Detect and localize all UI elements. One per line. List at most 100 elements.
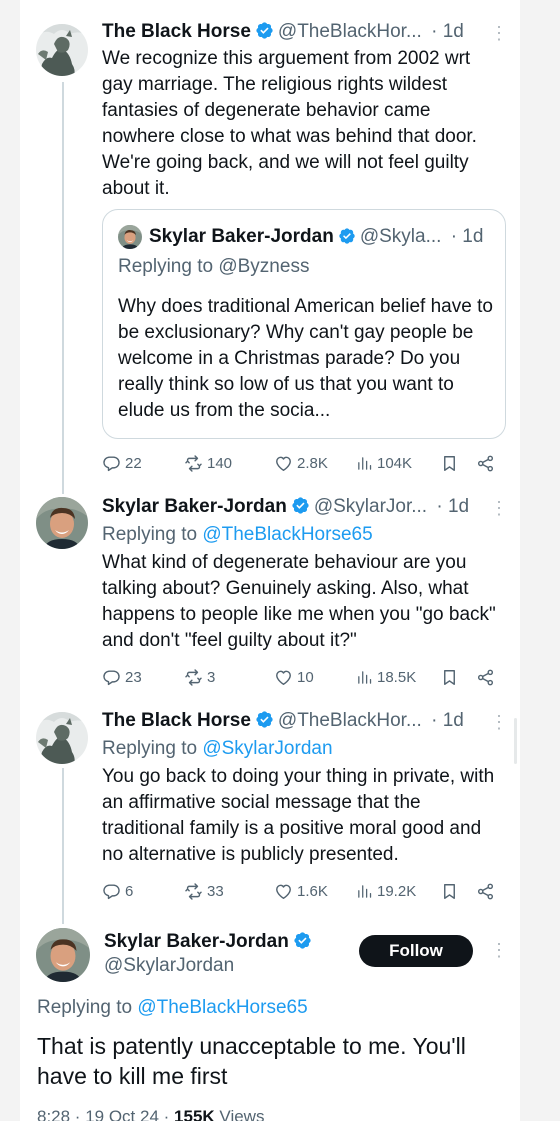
reply-button[interactable]: 6: [102, 879, 133, 903]
replying-to-handle-link[interactable]: @TheBlackHorse65: [202, 524, 372, 545]
avatar[interactable]: [36, 928, 90, 982]
replying-to: Replying to @TheBlackHorse65: [37, 997, 308, 1019]
repost-count: 33: [207, 882, 224, 900]
replying-to-handle-link[interactable]: @TheBlackHorse65: [137, 997, 307, 1018]
post-time[interactable]: · 1d: [431, 21, 464, 42]
like-count: 2.8K: [297, 454, 328, 472]
repost-button[interactable]: 140: [184, 451, 232, 475]
post-header: Skylar Baker-Jordan @SkylarJor... · 1d: [102, 496, 469, 518]
follow-button[interactable]: Follow: [359, 935, 473, 967]
like-button[interactable]: 10: [274, 665, 314, 689]
avatar[interactable]: [36, 24, 88, 76]
post-timestamp[interactable]: 8:28 · 19 Oct 24 ·: [37, 1107, 169, 1121]
person-avatar-image: [36, 497, 88, 549]
quoted-replying-to: Replying to @Byzness: [118, 256, 309, 278]
views-icon: [356, 455, 373, 472]
reply-button[interactable]: 22: [102, 451, 142, 475]
person-avatar-image: [36, 928, 90, 982]
more-options-icon[interactable]: ⋮: [490, 499, 508, 517]
replying-to-prefix: Replying to: [118, 256, 214, 277]
repost-count: 3: [207, 668, 216, 686]
share-button[interactable]: [476, 665, 495, 689]
author-handle[interactable]: @TheBlackHor...: [278, 21, 422, 42]
replying-to-handle-link[interactable]: @SkylarJordan: [202, 738, 332, 759]
reply-button[interactable]: 23: [102, 665, 142, 689]
thread-connector-line: [62, 768, 64, 924]
quoted-author-handle: @Skyla...: [359, 226, 442, 247]
like-icon: [274, 454, 293, 473]
bookmark-button[interactable]: [440, 451, 459, 475]
views-count: 18.5K: [377, 668, 417, 686]
replying-to-prefix: Replying to: [102, 738, 198, 759]
post-actions-bar: 22 140 2.8K 104K: [102, 451, 518, 477]
bookmark-button[interactable]: [440, 879, 459, 903]
quoted-post-header: Skylar Baker-Jordan @Skyla... · 1d: [149, 226, 483, 248]
replying-to: Replying to @TheBlackHorse65: [102, 524, 373, 546]
person-avatar-image: [118, 225, 142, 249]
share-icon: [476, 882, 495, 901]
views-label: Views: [219, 1107, 265, 1121]
author-name[interactable]: Skylar Baker-Jordan: [104, 931, 289, 952]
repost-icon: [184, 882, 203, 901]
reply-count: 22: [125, 454, 142, 472]
thread-connector-line: [62, 82, 64, 494]
post-header: The Black Horse @TheBlackHor... · 1d: [102, 710, 464, 732]
author-name[interactable]: The Black Horse: [102, 21, 251, 42]
replying-to: Replying to @SkylarJordan: [102, 738, 333, 760]
bookmark-button[interactable]: [440, 665, 459, 689]
avatar[interactable]: [36, 497, 88, 549]
views-icon: [356, 669, 373, 686]
like-icon: [274, 668, 293, 687]
quoted-post-text: Why does traditional American belief hav…: [118, 296, 493, 421]
views-button[interactable]: 19.2K: [356, 879, 416, 903]
horse-avatar-image: [36, 24, 88, 76]
repost-button[interactable]: 33: [184, 879, 224, 903]
post-time[interactable]: · 1d: [436, 496, 469, 517]
share-button[interactable]: [476, 451, 495, 475]
bookmark-icon: [440, 668, 459, 687]
repost-button[interactable]: 3: [184, 665, 215, 689]
post-timestamp-row: 8:28 · 19 Oct 24 · 155K Views: [37, 1107, 264, 1121]
quoted-post-card[interactable]: Skylar Baker-Jordan @Skyla... · 1d Replyi…: [102, 209, 506, 439]
more-options-icon[interactable]: ⋮: [490, 941, 508, 959]
like-count: 10: [297, 668, 314, 686]
scrollbar-thumb[interactable]: [514, 718, 517, 764]
reply-icon: [102, 668, 121, 687]
verified-badge-icon: [293, 931, 312, 950]
main-post-author-name-row: Skylar Baker-Jordan: [104, 931, 316, 953]
post-actions-bar: 6 33 1.6K 19.2K: [102, 879, 518, 905]
like-icon: [274, 882, 293, 901]
bookmark-icon: [440, 454, 459, 473]
views-button[interactable]: 18.5K: [356, 665, 416, 689]
author-name[interactable]: Skylar Baker-Jordan: [102, 496, 287, 517]
quoted-author-name: Skylar Baker-Jordan: [149, 226, 334, 247]
post-time[interactable]: · 1d: [431, 710, 464, 731]
post-text: What kind of degenerate behaviour are yo…: [102, 552, 496, 651]
repost-count: 140: [207, 454, 233, 472]
replying-to-handle: @Byzness: [218, 256, 310, 277]
reply-count: 23: [125, 668, 142, 686]
like-button[interactable]: 1.6K: [274, 879, 328, 903]
post-text: We recognize this arguement from 2002 wr…: [102, 48, 477, 199]
share-button[interactable]: [476, 879, 495, 903]
replying-to-prefix: Replying to: [37, 997, 133, 1018]
quoted-post-time: · 1d: [450, 226, 484, 247]
repost-icon: [184, 454, 203, 473]
author-handle[interactable]: @SkylarJordan: [104, 955, 234, 976]
share-icon: [476, 668, 495, 687]
views-button[interactable]: 104K: [356, 451, 412, 475]
author-handle[interactable]: @TheBlackHor...: [278, 710, 422, 731]
avatar[interactable]: [36, 712, 88, 764]
verified-badge-icon: [291, 496, 310, 515]
post-header: The Black Horse @TheBlackHor... · 1d: [102, 21, 464, 43]
more-options-icon[interactable]: ⋮: [490, 713, 508, 731]
views-icon: [356, 883, 373, 900]
main-post-handle-row: @SkylarJordan: [104, 955, 234, 977]
author-handle[interactable]: @SkylarJor...: [314, 496, 427, 517]
views-count: 19.2K: [377, 882, 417, 900]
author-name[interactable]: The Black Horse: [102, 710, 251, 731]
reply-count: 6: [125, 882, 134, 900]
like-button[interactable]: 2.8K: [274, 451, 328, 475]
repost-icon: [184, 668, 203, 687]
more-options-icon[interactable]: ⋮: [490, 24, 508, 42]
